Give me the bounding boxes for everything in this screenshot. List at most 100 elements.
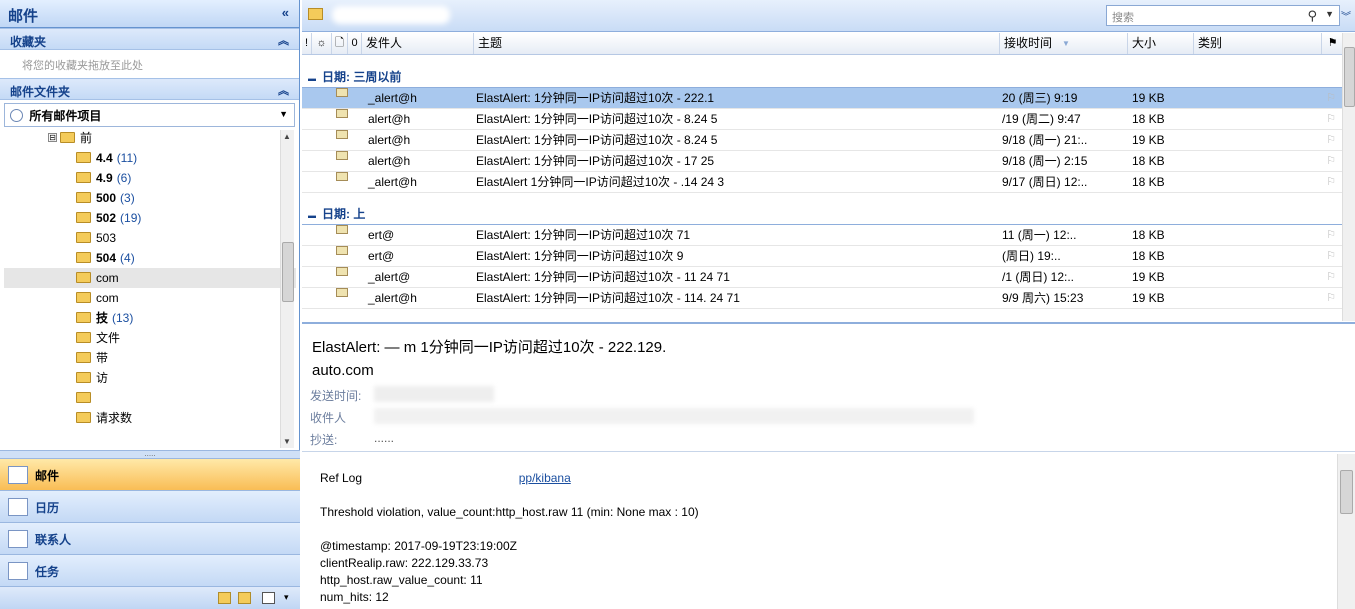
- shortcuts-icon[interactable]: [262, 592, 275, 604]
- message-row[interactable]: alert@h ElastAlert: 1分钟同一IP访问超过10次 - 8.24…: [302, 109, 1342, 130]
- message-row[interactable]: _alert@h ElastAlert: 1分钟同一IP访问超过10次 - 222…: [302, 88, 1342, 109]
- message-size: 19 KB: [1132, 133, 1165, 147]
- folder-tree-item[interactable]: [4, 388, 296, 408]
- message-row[interactable]: _alert@h ElastAlert 1分钟同一IP访问超过10次 - .14 …: [302, 172, 1342, 193]
- folder-list-icon[interactable]: [238, 592, 251, 604]
- nav-button-mail[interactable]: 邮件: [0, 458, 300, 490]
- folder-icon: [76, 332, 91, 343]
- flag-icon[interactable]: ⚐: [1326, 130, 1336, 151]
- scroll-thumb[interactable]: [1344, 47, 1355, 107]
- ref-log-line: Ref Log pp/kibana: [320, 470, 1319, 487]
- collapse-group-icon[interactable]: ▬: [308, 211, 316, 220]
- message-received: 9/9 周六) 15:23: [1002, 291, 1084, 305]
- folder-icon: [76, 372, 91, 383]
- search-icon[interactable]: ⚲: [1307, 8, 1317, 24]
- message-from: _alert@h: [368, 291, 417, 305]
- message-body: Ref Log pp/kibana Threshold violation, v…: [302, 454, 1337, 609]
- flag-icon[interactable]: ⚐: [1326, 151, 1336, 172]
- folder-tree-item[interactable]: 500 (3): [4, 188, 296, 208]
- all-mail-items-dropdown[interactable]: 所有邮件项目 ▼: [4, 103, 295, 127]
- favorites-header[interactable]: 收藏夹 ︽: [0, 28, 299, 50]
- favorites-hint: 将您的收藏夹拖放至此处: [22, 60, 143, 72]
- nav-shortcuts-bar: ▾: [0, 586, 300, 609]
- dropdown-arrow-icon[interactable]: ▼: [279, 109, 288, 119]
- folder-name: com: [96, 291, 119, 305]
- folder-tree-item[interactable]: 访: [4, 368, 296, 388]
- column-reminder[interactable]: ☼: [312, 33, 332, 54]
- folder-tree-item[interactable]: 504 (4): [4, 248, 296, 268]
- folder-tree-item[interactable]: 4.9 (6): [4, 168, 296, 188]
- flag-icon[interactable]: ⚐: [1326, 246, 1336, 267]
- scroll-up-icon[interactable]: ▲: [283, 132, 291, 141]
- message-from: ert@: [368, 249, 395, 263]
- flag-icon[interactable]: ⚐: [1326, 225, 1336, 246]
- folder-tree-item[interactable]: 带: [4, 348, 296, 368]
- message-received: /19 (周二) 9:47: [1002, 112, 1081, 126]
- collapse-group-icon[interactable]: ▬: [308, 74, 316, 83]
- folder-icon: [76, 172, 91, 183]
- date-group-header[interactable]: ▬ 日期: 上: [302, 203, 1342, 225]
- column-icon[interactable]: 🗋: [332, 33, 348, 54]
- pane-splitter[interactable]: .....: [0, 450, 300, 458]
- column-subject[interactable]: 主题: [474, 33, 1000, 54]
- scroll-thumb[interactable]: [1340, 470, 1353, 514]
- column-from[interactable]: 发件人: [362, 33, 474, 54]
- folder-tree-item[interactable]: com: [4, 288, 296, 308]
- message-subject: ElastAlert: 1分钟同一IP访问超过10次 - 222.1: [476, 91, 715, 105]
- folder-tree-item[interactable]: 503: [4, 228, 296, 248]
- flag-icon[interactable]: ⚐: [1326, 172, 1336, 193]
- configure-buttons-icon[interactable]: ▾: [284, 592, 289, 603]
- flag-icon[interactable]: ⚐: [1326, 288, 1336, 309]
- date-group-header[interactable]: ▬ 日期: 三周以前: [302, 66, 1342, 88]
- nav-button-contacts[interactable]: 联系人: [0, 522, 300, 554]
- folder-tree-item[interactable]: 文件: [4, 328, 296, 348]
- column-flag[interactable]: ⚑: [1322, 33, 1344, 54]
- folder-name: 500: [96, 191, 117, 205]
- nav-button-calendar[interactable]: 日历: [0, 490, 300, 522]
- folder-tree-item[interactable]: com: [4, 268, 296, 288]
- chevron-up-icon[interactable]: ︽: [278, 82, 289, 98]
- chevron-up-icon[interactable]: ︽: [278, 32, 289, 48]
- search-options-dropdown-icon[interactable]: ▼: [1325, 9, 1334, 19]
- scroll-down-icon[interactable]: ▼: [283, 437, 291, 446]
- message-row[interactable]: alert@h ElastAlert: 1分钟同一IP访问超过10次 - 8.24…: [302, 130, 1342, 151]
- folder-name: 前: [80, 131, 93, 145]
- envelope-read-icon: [336, 130, 348, 139]
- folder-tree-item[interactable]: ⊟ 前: [4, 128, 296, 148]
- expand-search-icon[interactable]: ︾: [1341, 8, 1351, 23]
- flag-icon[interactable]: ⚐: [1326, 109, 1336, 130]
- column-received[interactable]: 接收时间 ▼: [1000, 33, 1128, 54]
- notes-icon[interactable]: [218, 592, 231, 604]
- flag-icon[interactable]: ⚐: [1326, 88, 1336, 109]
- column-importance[interactable]: !: [302, 33, 312, 54]
- folder-tree-item[interactable]: 请求数: [4, 408, 296, 428]
- ref-log-label: Ref Log: [320, 471, 363, 485]
- collapse-toggle-icon[interactable]: ⊟: [48, 133, 57, 142]
- message-list-scrollbar[interactable]: [1342, 33, 1355, 321]
- folder-tree-item[interactable]: 4.4 (11): [4, 148, 296, 168]
- message-row[interactable]: ert@ ElastAlert: 1分钟同一IP访问超过10次 9 (周日) 19:…: [302, 246, 1342, 267]
- column-category[interactable]: 类别: [1194, 33, 1322, 54]
- cc-value: ......: [374, 431, 395, 445]
- folder-tree-item[interactable]: 技 (13): [4, 308, 296, 328]
- search-input[interactable]: 搜索 ⚲ ▼: [1106, 5, 1340, 26]
- folder-tree-scrollbar[interactable]: ▲ ▼: [280, 130, 294, 448]
- message-row[interactable]: _alert@h ElastAlert: 1分钟同一IP访问超过10次 - 114…: [302, 288, 1342, 309]
- flag-icon[interactable]: ⚐: [1326, 267, 1336, 288]
- message-row[interactable]: _alert@ ElastAlert: 1分钟同一IP访问超过10次 - 11 2…: [302, 267, 1342, 288]
- kibana-link[interactable]: pp/kibana: [519, 471, 571, 485]
- message-row[interactable]: ert@ ElastAlert: 1分钟同一IP访问超过10次 71 11 (周一)…: [302, 225, 1342, 246]
- column-attachment[interactable]: 0: [348, 33, 362, 54]
- message-row[interactable]: alert@h ElastAlert: 1分钟同一IP访问超过10次 - 17 2…: [302, 151, 1342, 172]
- reading-pane-scrollbar[interactable]: [1337, 454, 1355, 609]
- message-subject: ElastAlert: — m 1分钟同一IP访问超过10次 - 222.129…: [312, 339, 667, 356]
- reading-pane: ElastAlert: — m 1分钟同一IP访问超过10次 - 222.129…: [302, 322, 1355, 609]
- folder-tree-item[interactable]: 502 (19): [4, 208, 296, 228]
- column-size[interactable]: 大小: [1128, 33, 1194, 54]
- mail-folders-header[interactable]: 邮件文件夹 ︽: [0, 78, 299, 100]
- message-received: 9/18 (周一) 2:15: [1002, 154, 1088, 168]
- message-sender[interactable]: auto.com: [312, 362, 374, 379]
- scroll-thumb[interactable]: [282, 242, 294, 302]
- collapse-nav-icon[interactable]: «: [282, 5, 289, 20]
- nav-button-tasks[interactable]: 任务: [0, 554, 300, 586]
